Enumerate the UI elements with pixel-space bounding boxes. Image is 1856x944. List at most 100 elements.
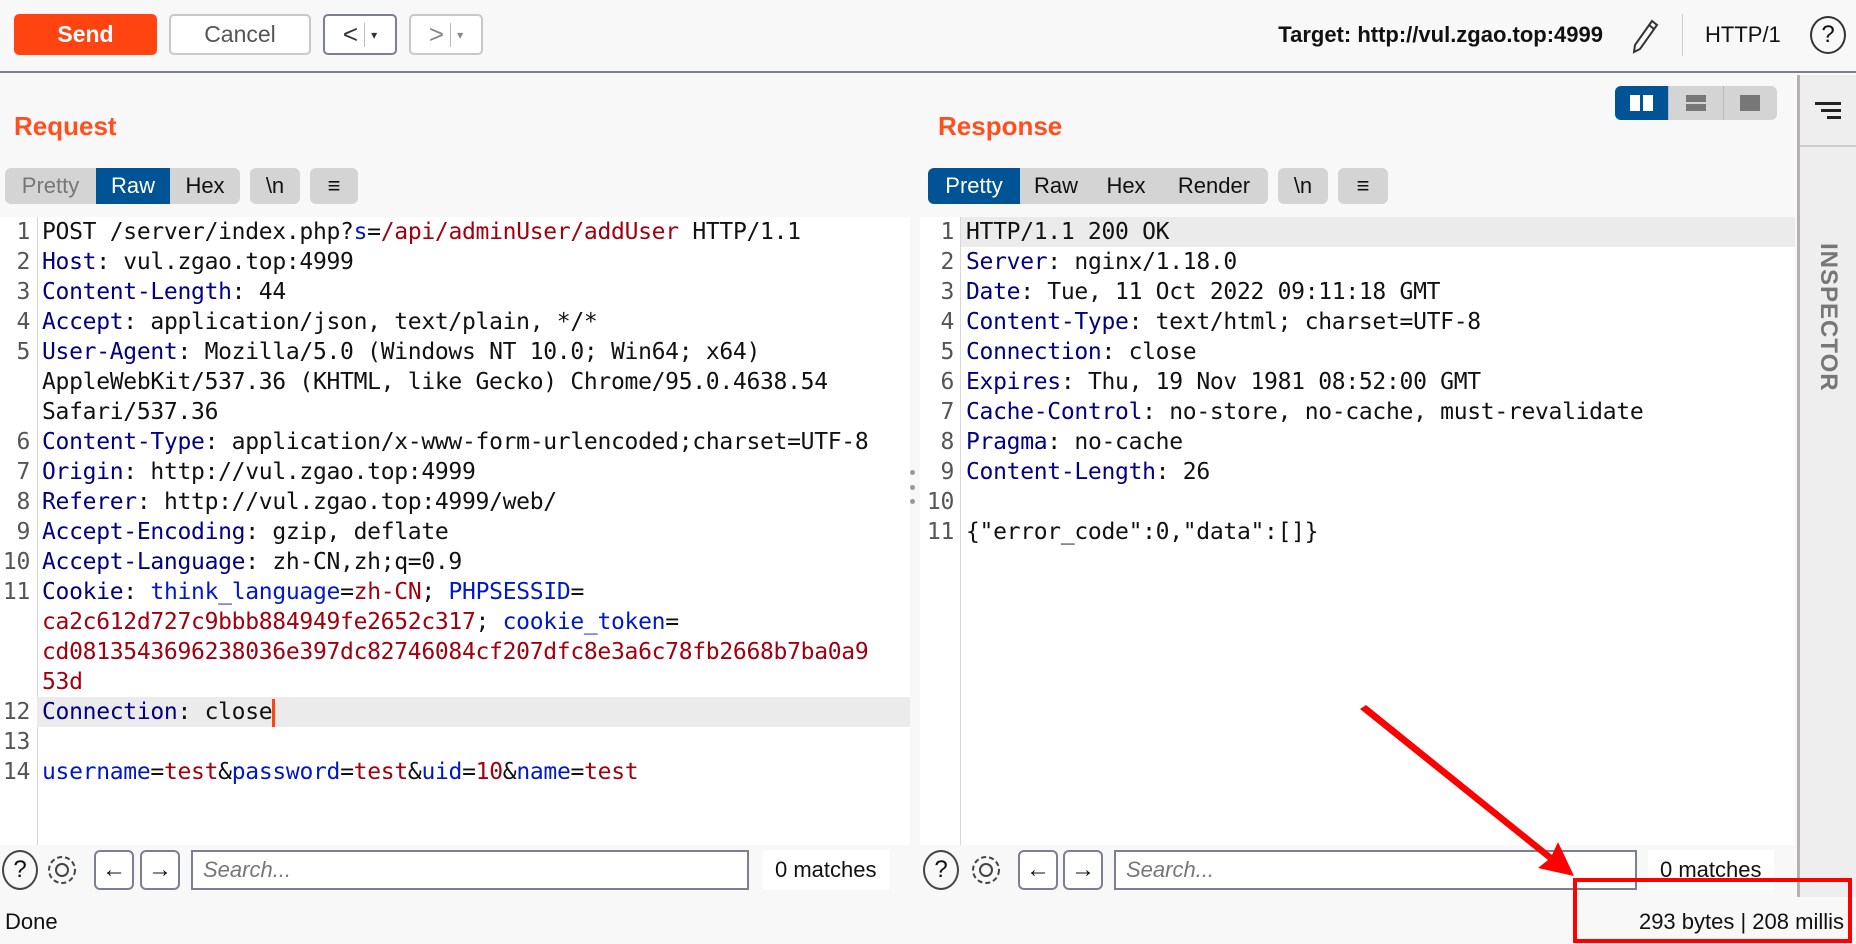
splitter-handle[interactable] [908, 470, 916, 504]
layout-single-icon[interactable] [1724, 86, 1777, 120]
code-line[interactable]: 2 Host: vul.zgao.top:4999 [0, 247, 910, 277]
code-line[interactable]: 12 Connection: close [0, 697, 910, 727]
request-search-input[interactable] [191, 850, 749, 890]
code-line[interactable]: 11 {"error_code":0,"data":[]} [920, 517, 1795, 547]
code-line[interactable]: 1 HTTP/1.1 200 OK [920, 217, 1795, 247]
line-text: 53d [37, 667, 910, 697]
response-viewer[interactable]: 1 HTTP/1.1 200 OK 2 Server: nginx/1.18.0 3 Da… [920, 217, 1795, 845]
protocol-selector[interactable]: HTTP/1 [1705, 22, 1781, 48]
line-text: Referer: http://vul.zgao.top:4999/web/ [37, 487, 910, 517]
param-name: password [231, 759, 341, 785]
line-text [961, 487, 1795, 517]
dropdown-icon[interactable]: ▾ [457, 28, 463, 42]
cancel-button[interactable]: Cancel [169, 14, 311, 55]
inspector-menu-icon[interactable] [1800, 75, 1856, 147]
code-line[interactable]: 53d [0, 667, 910, 697]
code-line[interactable]: 14 username=test&password=test&uid=10&nam… [0, 757, 910, 787]
code-line[interactable]: 4 Accept: application/json, text/plain, *… [0, 307, 910, 337]
code-line[interactable]: 3 Date: Tue, 11 Oct 2022 09:11:18 GMT [920, 277, 1795, 307]
tab-pretty[interactable]: Pretty [5, 168, 96, 204]
forward-button[interactable]: > ▾ [409, 14, 483, 55]
gear-icon[interactable] [42, 850, 82, 890]
line-number: 2 [16, 249, 30, 275]
header-name: Date [966, 279, 1021, 305]
response-search-input[interactable] [1114, 850, 1637, 890]
tab-hex[interactable]: Hex [1092, 168, 1160, 204]
tab-raw[interactable]: Raw [1020, 168, 1092, 204]
menu-icon[interactable]: ≡ [310, 168, 358, 204]
code-line[interactable]: 9 Accept-Encoding: gzip, deflate [0, 517, 910, 547]
layout-side-by-side-icon[interactable] [1615, 86, 1670, 120]
next-match-button[interactable]: → [1063, 850, 1103, 890]
code-line[interactable]: 2 Server: nginx/1.18.0 [920, 247, 1795, 277]
code-line[interactable]: 11 Cookie: think_language=zh-CN; PHPSESSI… [0, 577, 910, 607]
inspector-sidebar: INSPECTOR [1797, 75, 1856, 897]
menu-icon[interactable]: ≡ [1338, 168, 1388, 204]
param-value: zh-CN [353, 579, 422, 605]
tab-pretty[interactable]: Pretty [928, 168, 1020, 204]
response-title: Response [938, 111, 1063, 141]
help-icon[interactable]: ? [1810, 16, 1846, 54]
code-line[interactable]: 8 Referer: http://vul.zgao.top:4999/web/ [0, 487, 910, 517]
help-icon[interactable]: ? [923, 850, 959, 890]
code-token: & [218, 759, 232, 785]
code-line[interactable]: 1 POST /server/index.php?s=/api/adminUser… [0, 217, 910, 247]
dropdown-icon[interactable]: ▾ [371, 28, 377, 42]
param-value: /api/adminUser/addUser [380, 219, 679, 245]
code-line[interactable]: 9 Content-Length: 26 [920, 457, 1795, 487]
line-number: 5 [16, 339, 30, 365]
code-token: = [570, 579, 584, 605]
inspector-tab[interactable]: INSPECTOR [1814, 243, 1842, 392]
line-number: 6 [16, 429, 30, 455]
line-number: 14 [2, 759, 30, 785]
code-line[interactable]: AppleWebKit/537.36 (KHTML, like Gecko) C… [0, 367, 910, 397]
code-line[interactable]: Safari/537.36 [0, 397, 910, 427]
code-token: : gzip, deflate [245, 519, 449, 545]
code-token: & [407, 759, 422, 785]
send-button[interactable]: Send [14, 14, 157, 55]
next-match-button[interactable]: → [140, 850, 180, 890]
help-icon[interactable]: ? [2, 850, 38, 890]
pencil-icon[interactable] [1630, 18, 1660, 54]
previous-match-button[interactable]: ← [94, 850, 134, 890]
code-line[interactable]: 10 Accept-Language: zh-CN,zh;q=0.9 [0, 547, 910, 577]
code-line[interactable]: 13 [0, 727, 910, 757]
line-text: HTTP/1.1 200 OK [961, 217, 1795, 247]
code-line[interactable]: 10 [920, 487, 1795, 517]
code-line[interactable]: 8 Pragma: no-cache [920, 427, 1795, 457]
line-text: Date: Tue, 11 Oct 2022 09:11:18 GMT [961, 277, 1795, 307]
header-name: Host [42, 249, 97, 275]
code-line[interactable]: 4 Content-Type: text/html; charset=UTF-8 [920, 307, 1795, 337]
gear-icon[interactable] [966, 850, 1006, 890]
tab-raw[interactable]: Raw [96, 168, 170, 204]
line-number: 11 [2, 579, 30, 605]
line-text: Cookie: think_language=zh-CN; PHPSESSID= [37, 577, 910, 607]
line-text: Connection: close [961, 337, 1795, 367]
layout-stacked-icon[interactable] [1669, 86, 1724, 120]
back-button[interactable]: < ▾ [323, 14, 397, 55]
code-token: : application/json, text/plain, */* [123, 309, 598, 335]
previous-match-button[interactable]: ← [1018, 850, 1058, 890]
code-line[interactable]: 6 Expires: Thu, 19 Nov 1981 08:52:00 GMT [920, 367, 1795, 397]
param-value: test [353, 759, 409, 785]
request-editor[interactable]: 1 POST /server/index.php?s=/api/adminUser… [0, 217, 910, 845]
code-line[interactable]: 3 Content-Length: 44 [0, 277, 910, 307]
code-line[interactable]: 7 Origin: http://vul.zgao.top:4999 [0, 457, 910, 487]
code-line[interactable]: ca2c612d727c9bbb884949fe2652c317; cookie… [0, 607, 910, 637]
code-token: : close [177, 699, 273, 725]
tab-hex[interactable]: Hex [170, 168, 240, 204]
line-number: 7 [940, 399, 954, 425]
newline-toggle[interactable]: \n [250, 168, 300, 204]
line-number: 9 [940, 459, 954, 485]
tab-render[interactable]: Render [1160, 168, 1268, 204]
code-line[interactable]: 5 Connection: close [920, 337, 1795, 367]
code-line[interactable]: cd0813543696238036e397dc82746084cf207dfc… [0, 637, 910, 667]
code-line[interactable]: 5 User-Agent: Mozilla/5.0 (Windows NT 10.… [0, 337, 910, 367]
line-number: 1 [16, 219, 30, 245]
line-text: Server: nginx/1.18.0 [961, 247, 1795, 277]
code-line[interactable]: 7 Cache-Control: no-store, no-cache, must… [920, 397, 1795, 427]
code-line[interactable]: 6 Content-Type: application/x-www-form-ur… [0, 427, 910, 457]
header-name: Accept [42, 309, 124, 335]
line-text: Origin: http://vul.zgao.top:4999 [37, 457, 910, 487]
newline-toggle[interactable]: \n [1278, 168, 1328, 204]
